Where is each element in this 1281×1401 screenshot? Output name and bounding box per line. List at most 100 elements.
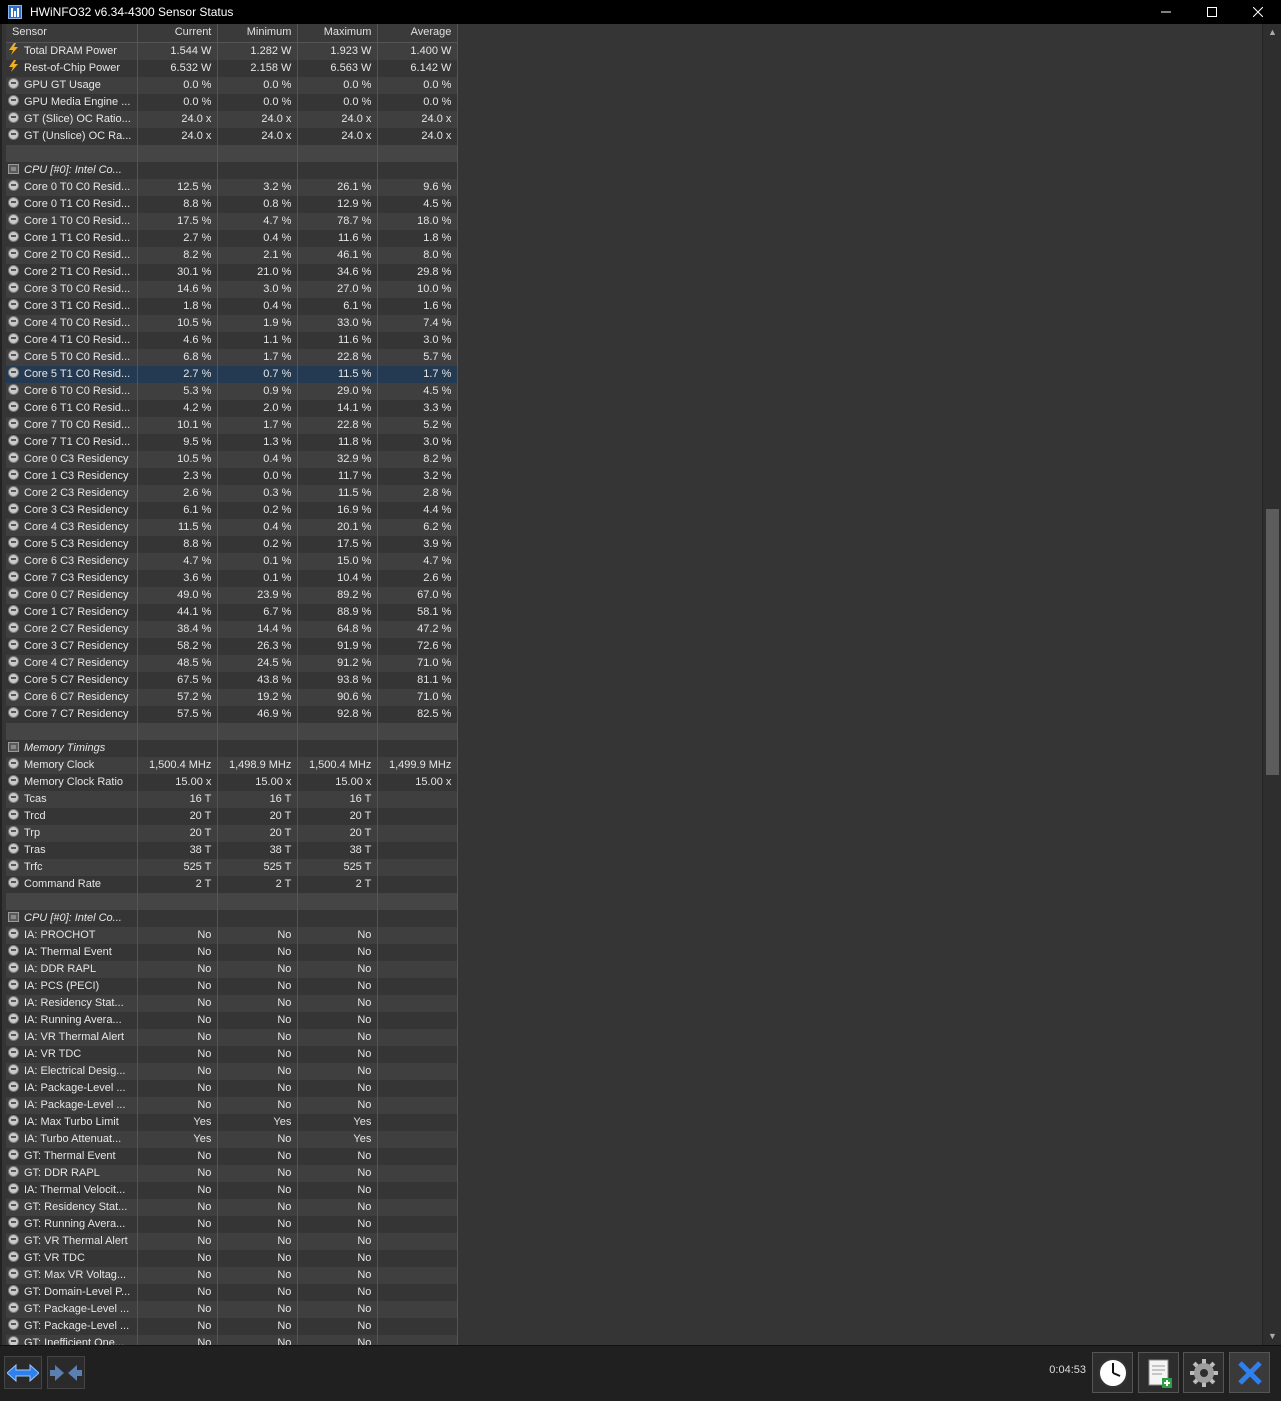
sensor-group-row[interactable]: Memory Timings xyxy=(6,739,459,757)
clock-button[interactable] xyxy=(1092,1352,1133,1393)
sensor-row[interactable]: Core 4 T0 C0 Resid... 10.5 % 1.9 % 33.0 % 7.… xyxy=(6,314,459,332)
sensor-row[interactable]: GT: VR TDC No No No xyxy=(6,1249,459,1267)
sensor-row[interactable]: Core 7 T0 C0 Resid... 10.1 % 1.7 % 22.8 % 5.… xyxy=(6,416,459,434)
sensor-row[interactable]: Core 1 C3 Residency 2.3 % 0.0 % 11.7 % 3.2 % xyxy=(6,467,459,485)
column-header-sensor[interactable]: Sensor xyxy=(6,24,139,43)
sensor-row[interactable]: IA: Electrical Desig... No No No xyxy=(6,1062,459,1080)
sensor-row[interactable]: Core 0 C3 Residency 10.5 % 0.4 % 32.9 % 8.2 … xyxy=(6,450,459,468)
sensor-row[interactable]: Core 3 C3 Residency 6.1 % 0.2 % 16.9 % 4.4 % xyxy=(6,501,459,519)
vertical-scrollbar[interactable]: ▲ ▼ xyxy=(1262,24,1281,1345)
sensor-row[interactable]: Core 0 C7 Residency 49.0 % 23.9 % 89.2 % 67.… xyxy=(6,586,459,604)
sensor-row[interactable]: GT: DDR RAPL No No No xyxy=(6,1164,459,1182)
column-header-minimum[interactable]: Minimum xyxy=(217,24,299,43)
sensor-row[interactable]: IA: VR TDC No No No xyxy=(6,1045,459,1063)
sensor-label: Command Rate xyxy=(24,877,102,890)
sensor-row[interactable]: Core 1 T0 C0 Resid... 17.5 % 4.7 % 78.7 % 18… xyxy=(6,212,459,230)
sensor-row[interactable]: Core 2 C7 Residency 38.4 % 14.4 % 64.8 % 47.… xyxy=(6,620,459,638)
sensor-row[interactable]: IA: Thermal Velocit... No No No xyxy=(6,1181,459,1199)
sensor-row[interactable]: GT: Residency Stat... No No No xyxy=(6,1198,459,1216)
maximum-value: No xyxy=(297,1300,379,1318)
scroll-up-icon[interactable]: ▲ xyxy=(1263,24,1281,41)
sensor-row[interactable]: Tras 38 T 38 T 38 T xyxy=(6,841,459,859)
sensor-row[interactable]: Core 0 T0 C0 Resid... 12.5 % 3.2 % 26.1 % 9.… xyxy=(6,178,459,196)
sensor-row[interactable]: Core 2 T0 C0 Resid... 8.2 % 2.1 % 46.1 % 8.0… xyxy=(6,246,459,264)
sensor-row[interactable]: IA: Residency Stat... No No No xyxy=(6,994,459,1012)
sensor-group-row[interactable]: CPU [#0]: Intel Co... xyxy=(6,161,459,179)
sensor-row[interactable]: Core 6 C7 Residency 57.2 % 19.2 % 90.6 % 71.… xyxy=(6,688,459,706)
sensor-row[interactable]: IA: Thermal Event No No No xyxy=(6,943,459,961)
close-window-button[interactable] xyxy=(1235,0,1281,24)
collapse-view-button[interactable] xyxy=(47,1356,85,1389)
sensor-row[interactable]: GT: Inefficient One... No No No xyxy=(6,1334,459,1345)
sensor-row[interactable]: IA: Package-Level ... No No No xyxy=(6,1096,459,1114)
sensor-row[interactable]: GT: Running Avera... No No No xyxy=(6,1215,459,1233)
sensor-row[interactable]: GT (Unslice) OC Ra... 24.0 x 24.0 x 24.0 x2… xyxy=(6,127,459,145)
sensor-row[interactable]: Core 1 C7 Residency 44.1 % 6.7 % 88.9 % 58.1… xyxy=(6,603,459,621)
sensor-row[interactable]: GT (Slice) OC Ratio... 24.0 x 24.0 x 24.0 x… xyxy=(6,110,459,128)
sensor-row[interactable]: GPU GT Usage 0.0 % 0.0 % 0.0 % 0.0 % xyxy=(6,76,459,94)
sensor-row[interactable]: Core 4 T1 C0 Resid... 4.6 % 1.1 % 11.6 % 3.0… xyxy=(6,331,459,349)
sensor-row[interactable]: IA: VR Thermal Alert No No No xyxy=(6,1028,459,1046)
scroll-down-icon[interactable]: ▼ xyxy=(1263,1328,1281,1345)
sensor-row[interactable]: Core 5 C3 Residency 8.8 % 0.2 % 17.5 % 3.9 % xyxy=(6,535,459,553)
sensor-row[interactable]: Core 2 T1 C0 Resid... 30.1 % 21.0 % 34.6 % 2… xyxy=(6,263,459,281)
sensor-row[interactable]: Core 1 T1 C0 Resid... 2.7 % 0.4 % 11.6 % 1.8… xyxy=(6,229,459,247)
sensor-row[interactable]: Trcd 20 T 20 T 20 T xyxy=(6,807,459,825)
sensor-row[interactable]: Total DRAM Power 1.544 W 1.282 W 1.923 W 1.4… xyxy=(6,42,459,60)
sensor-row[interactable]: Core 0 T1 C0 Resid... 8.8 % 0.8 % 12.9 % 4.5… xyxy=(6,195,459,213)
sensor-row[interactable]: IA: DDR RAPL No No No xyxy=(6,960,459,978)
sensor-row[interactable]: Core 6 C3 Residency 4.7 % 0.1 % 15.0 % 4.7 % xyxy=(6,552,459,570)
sensor-row[interactable]: GT: Package-Level ... No No No xyxy=(6,1317,459,1335)
sensor-row[interactable]: Core 5 C7 Residency 67.5 % 43.8 % 93.8 % 81.… xyxy=(6,671,459,689)
average-value: 47.2 % xyxy=(377,620,459,638)
sensor-row[interactable]: IA: PCS (PECI) No No No xyxy=(6,977,459,995)
sensor-row[interactable]: IA: PROCHOT No No No xyxy=(6,926,459,944)
column-header-current[interactable]: Current xyxy=(137,24,219,43)
sensor-row[interactable]: Core 6 T1 C0 Resid... 4.2 % 2.0 % 14.1 % 3.3… xyxy=(6,399,459,417)
sensor-row[interactable]: GPU Media Engine ... 0.0 % 0.0 % 0.0 % 0.0 % xyxy=(6,93,459,111)
sensor-row[interactable]: IA: Max Turbo Limit Yes Yes Yes xyxy=(6,1113,459,1131)
sensor-row[interactable]: Rest-of-Chip Power 6.532 W 2.158 W 6.563 W6… xyxy=(6,59,459,77)
sensor-row[interactable]: Core 7 C3 Residency 3.6 % 0.1 % 10.4 % 2.6 % xyxy=(6,569,459,587)
sensor-label: Core 5 C3 Residency xyxy=(24,537,129,550)
sensor-row[interactable]: Tcas 16 T 16 T 16 T xyxy=(6,790,459,808)
column-header-maximum[interactable]: Maximum xyxy=(297,24,379,43)
average-value: 2.8 % xyxy=(377,484,459,502)
minimum-value: 0.2 % xyxy=(217,501,299,519)
exit-sensors-button[interactable] xyxy=(1229,1352,1270,1393)
sensor-row[interactable]: Core 3 T0 C0 Resid... 14.6 % 3.0 % 27.0 % 10… xyxy=(6,280,459,298)
report-button[interactable] xyxy=(1138,1352,1179,1393)
sensor-row[interactable]: Memory Clock 1,500.4 MHz 1,498.9 MHz 1,500.… xyxy=(6,756,459,774)
minimize-button[interactable] xyxy=(1143,0,1189,24)
sensor-label: GT: VR Thermal Alert xyxy=(24,1234,128,1247)
sensor-group-row[interactable]: CPU [#0]: Intel Co... xyxy=(6,909,459,927)
sensor-row[interactable]: GT: VR Thermal Alert No No No xyxy=(6,1232,459,1250)
sensor-row[interactable]: Trp 20 T 20 T 20 T xyxy=(6,824,459,842)
sensor-row[interactable]: Core 5 T0 C0 Resid... 6.8 % 1.7 % 22.8 % 5.7… xyxy=(6,348,459,366)
maximize-button[interactable] xyxy=(1189,0,1235,24)
sensor-row[interactable]: GT: Domain-Level P... No No No xyxy=(6,1283,459,1301)
scrollbar-thumb[interactable] xyxy=(1266,509,1279,775)
sensor-row[interactable]: Core 7 C7 Residency 57.5 % 46.9 % 92.8 % 82.… xyxy=(6,705,459,723)
sensor-row[interactable]: Core 3 C7 Residency 58.2 % 26.3 % 91.9 % 72.… xyxy=(6,637,459,655)
sensor-row[interactable]: Trfc 525 T 525 T 525 T xyxy=(6,858,459,876)
sensor-row[interactable]: Core 3 T1 C0 Resid... 1.8 % 0.4 % 6.1 % 1.6 … xyxy=(6,297,459,315)
elapsed-timer: 0:04:53 xyxy=(1049,1364,1086,1376)
sensor-row[interactable]: Memory Clock Ratio 15.00 x 15.00 x 15.00 x1… xyxy=(6,773,459,791)
sensor-row[interactable]: Core 5 T1 C0 Resid... 2.7 % 0.7 % 11.5 % 1.7… xyxy=(6,365,459,383)
sensor-row[interactable]: GT: Max VR Voltag... No No No xyxy=(6,1266,459,1284)
sensor-row[interactable]: GT: Thermal Event No No No xyxy=(6,1147,459,1165)
sensor-row[interactable]: IA: Package-Level ... No No No xyxy=(6,1079,459,1097)
expand-view-button[interactable] xyxy=(4,1356,42,1389)
sensor-row[interactable]: Core 7 T1 C0 Resid... 9.5 % 1.3 % 11.8 % 3.0… xyxy=(6,433,459,451)
sensor-row[interactable]: Core 4 C7 Residency 48.5 % 24.5 % 91.2 % 71.… xyxy=(6,654,459,672)
sensor-row[interactable]: Core 4 C3 Residency 11.5 % 0.4 % 20.1 % 6.2 … xyxy=(6,518,459,536)
column-header-average[interactable]: Average xyxy=(377,24,459,43)
sensor-row[interactable]: Core 6 T0 C0 Resid... 5.3 % 0.9 % 29.0 % 4.5… xyxy=(6,382,459,400)
settings-button[interactable] xyxy=(1183,1352,1224,1393)
sensor-row[interactable]: GT: Package-Level ... No No No xyxy=(6,1300,459,1318)
sensor-row[interactable]: Command Rate 2 T2 T2 T xyxy=(6,875,459,893)
sensor-row[interactable]: IA: Turbo Attenuat... Yes No Yes xyxy=(6,1130,459,1148)
sensor-row[interactable]: IA: Running Avera... No No No xyxy=(6,1011,459,1029)
sensor-row[interactable]: Core 2 C3 Residency 2.6 % 0.3 % 11.5 % 2.8 % xyxy=(6,484,459,502)
